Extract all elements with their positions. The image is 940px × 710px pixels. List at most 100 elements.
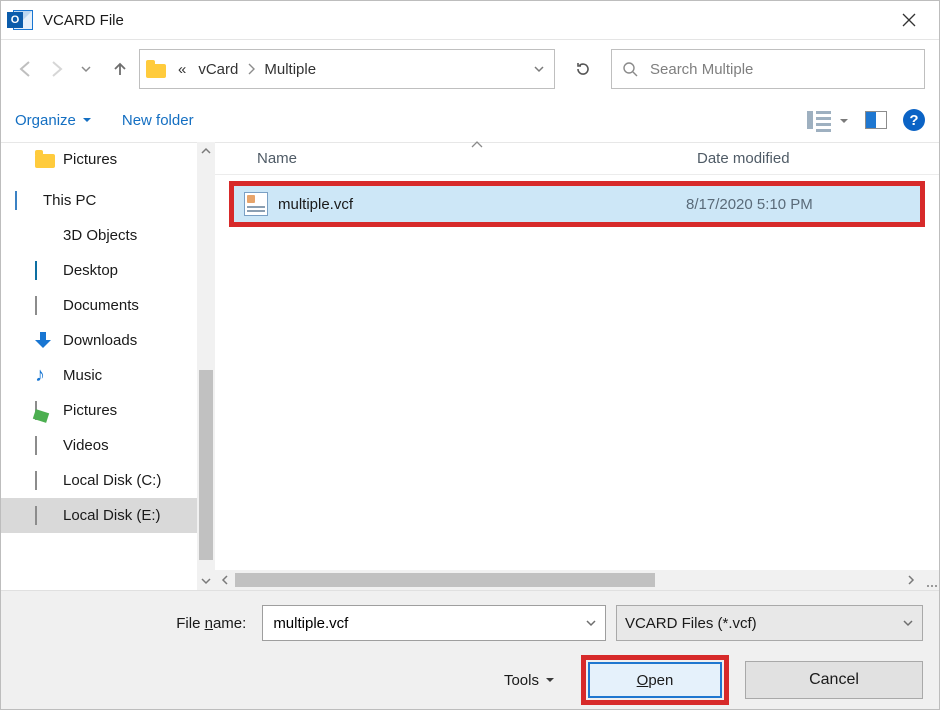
sort-indicator-icon [471,140,483,148]
titlebar: O VCARD File [1,1,939,40]
nav-back-button[interactable] [15,54,37,84]
organize-label: Organize [15,112,76,129]
nav-forward-button[interactable] [45,54,67,84]
scroll-thumb[interactable] [235,573,655,587]
preview-pane-button[interactable] [865,111,887,129]
search-input[interactable] [648,60,914,79]
chevron-right-icon [246,63,256,75]
nav-tree[interactable]: Pictures This PC 3D Objects Desktop [1,142,197,590]
highlight-frame-file: multiple.vcf 8/17/2020 5:10 PM [229,181,925,227]
tools-label: Tools [504,672,539,689]
address-bar[interactable]: « vCard Multiple [139,49,555,89]
filetype-combobox[interactable]: VCARD Files (*.vcf) [616,605,923,641]
outlook-icon: O [7,6,35,34]
caret-down-icon [82,115,92,125]
filename-label: File name: [17,615,252,632]
scroll-up-icon[interactable] [197,142,215,160]
videos-icon [35,437,55,455]
close-button[interactable] [887,4,931,36]
highlight-frame-open: Open [581,655,729,705]
column-headers[interactable]: Name Date modified [215,142,939,175]
file-row[interactable]: multiple.vcf 8/17/2020 5:10 PM [234,186,920,222]
chevron-down-icon[interactable] [894,617,914,629]
file-open-dialog: O VCARD File « vCard [0,0,940,710]
file-date-cell: 8/17/2020 5:10 PM [686,196,813,213]
scroll-down-icon[interactable] [197,572,215,590]
sidebar-item-this-pc[interactable]: This PC [1,183,197,218]
sidebar-item-label: Local Disk (E:) [63,507,161,524]
sidebar-item-label: 3D Objects [63,227,137,244]
new-folder-button[interactable]: New folder [122,112,194,129]
sidebar-item-label: Local Disk (C:) [63,472,161,489]
help-button[interactable]: ? [903,109,925,131]
address-dropdown-icon[interactable] [532,62,548,76]
sidebar-item-local-disk-e[interactable]: Local Disk (E:) [1,498,197,533]
sidebar-item-label: Desktop [63,262,118,279]
toolbar: Organize New folder ? [1,98,939,143]
chevron-down-icon[interactable] [577,617,597,629]
sidebar-item-label: Downloads [63,332,137,349]
filetype-label: VCARD Files (*.vcf) [625,615,894,632]
vcard-file-icon [244,192,268,216]
sidebar-item-documents[interactable]: Documents [1,288,197,323]
sidebar-item-label: Documents [63,297,139,314]
column-header-date[interactable]: Date modified [697,150,939,167]
filename-input[interactable] [271,614,577,633]
column-header-name[interactable]: Name [215,150,697,167]
folder-icon [146,60,168,78]
sidebar-item-label: Pictures [63,151,117,168]
details-view-icon [807,111,831,129]
open-button[interactable]: Open [588,662,722,698]
organize-menu[interactable]: Organize [15,112,92,129]
breadcrumb: « vCard Multiple [174,59,320,80]
main-area: Pictures This PC 3D Objects Desktop [1,142,939,590]
sidebar-item-label: Pictures [63,402,117,419]
scroll-left-icon[interactable] [215,575,235,585]
scroll-right-icon[interactable] [901,575,921,585]
sidebar-item-pictures-quick[interactable]: Pictures [1,142,197,177]
sidebar-item-label: This PC [43,192,96,209]
nav-recent-dropdown[interactable] [75,54,97,84]
caret-down-icon [545,675,555,685]
sidebar-item-music[interactable]: ♪ Music [1,358,197,393]
sidebar: Pictures This PC 3D Objects Desktop [1,142,215,590]
scroll-track[interactable] [197,160,215,572]
content-hscrollbar[interactable] [215,570,939,590]
downloads-icon [35,332,55,350]
breadcrumb-item[interactable]: vCard [194,59,242,80]
sidebar-item-videos[interactable]: Videos [1,428,197,463]
folder-icon [35,154,55,168]
disk-icon [35,507,55,525]
nav-row: « vCard Multiple [1,40,939,98]
sidebar-item-3d-objects[interactable]: 3D Objects [1,218,197,253]
nav-up-button[interactable] [109,54,131,84]
sidebar-item-desktop[interactable]: Desktop [1,253,197,288]
resize-grip-icon [921,571,939,589]
sidebar-item-local-disk-c[interactable]: Local Disk (C:) [1,463,197,498]
cancel-button[interactable]: Cancel [745,661,923,699]
file-list: Name Date modified multiple.vcf 8/17/202… [215,142,939,590]
refresh-button[interactable] [563,49,603,89]
sidebar-item-label: Music [63,367,102,384]
caret-down-icon [839,116,849,126]
breadcrumb-item[interactable]: Multiple [260,59,320,80]
desktop-icon [35,262,55,280]
breadcrumb-prefix: « [174,59,190,80]
tools-menu[interactable]: Tools [504,672,555,689]
scroll-thumb[interactable] [199,370,213,560]
sidebar-scrollbar[interactable] [197,142,215,590]
sidebar-item-downloads[interactable]: Downloads [1,323,197,358]
filename-combobox[interactable] [262,605,606,641]
sidebar-item-pictures[interactable]: Pictures [1,393,197,428]
search-box[interactable] [611,49,925,89]
documents-icon [35,297,55,315]
3d-objects-icon [35,227,55,245]
scroll-track[interactable] [235,570,901,590]
sidebar-item-label: Videos [63,437,109,454]
search-icon [622,61,638,77]
music-icon: ♪ [35,367,55,385]
footer: File name: VCARD Files (*.vcf) Tools [1,590,939,709]
window-title: VCARD File [43,12,124,29]
pictures-icon [35,402,55,420]
view-mode-button[interactable] [807,111,849,129]
